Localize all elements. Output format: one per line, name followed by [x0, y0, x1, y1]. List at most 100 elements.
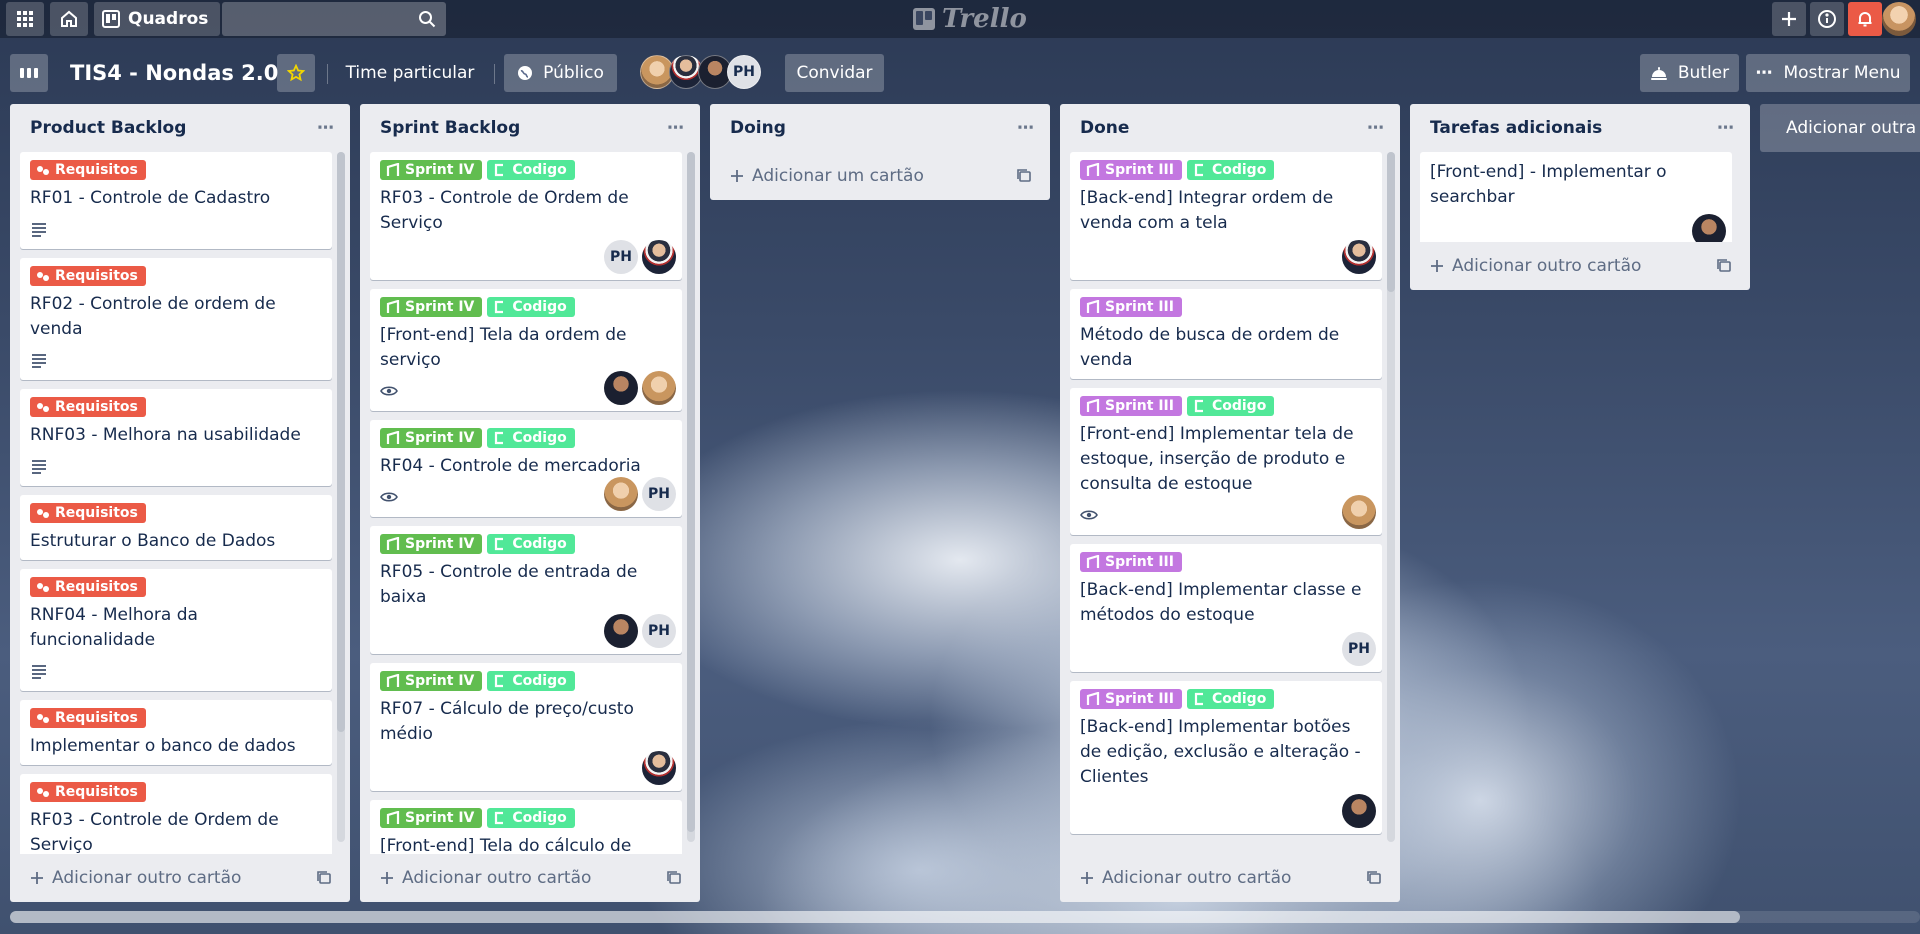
card[interactable]: Requisitos RNF03 - Melhora na usabilidade: [20, 389, 332, 486]
label-sprint-iv[interactable]: Sprint IV: [380, 160, 483, 180]
invite-button[interactable]: Convidar: [785, 54, 884, 92]
label-codigo[interactable]: Codigo: [487, 671, 575, 691]
visibility-button[interactable]: Público: [504, 54, 617, 92]
apps-grid-icon[interactable]: [6, 2, 44, 36]
butler-button[interactable]: Butler: [1640, 54, 1739, 92]
list-title[interactable]: Done: [1080, 118, 1129, 138]
card-template-icon[interactable]: [1716, 258, 1732, 279]
member-avatar[interactable]: [642, 371, 676, 405]
scrollbar-thumb[interactable]: [337, 152, 345, 732]
label-sprint-iii[interactable]: Sprint III: [1080, 689, 1182, 709]
label-codigo[interactable]: Codigo: [1186, 396, 1275, 416]
label-requisitos[interactable]: Requisitos: [30, 782, 146, 802]
card[interactable]: Sprint IV Codigo RF05 - Controle de entrad…: [370, 526, 682, 654]
member-avatar[interactable]: [604, 371, 638, 405]
member-avatar[interactable]: [1342, 240, 1376, 274]
label-requisitos[interactable]: Requisitos: [30, 397, 146, 417]
label-requisitos[interactable]: Requisitos: [30, 503, 146, 523]
label-sprint-iv[interactable]: Sprint IV: [380, 428, 483, 448]
label-sprint-iii[interactable]: Sprint III: [1080, 160, 1182, 180]
card[interactable]: Requisitos Implementar o banco de dados: [20, 700, 332, 765]
label-requisitos[interactable]: Requisitos: [30, 266, 146, 286]
card[interactable]: Requisitos RNF04 - Melhora da funcionalid…: [20, 569, 332, 691]
list-scrollbar[interactable]: [1387, 152, 1395, 842]
member-avatar[interactable]: [642, 751, 676, 785]
label-requisitos[interactable]: Requisitos: [30, 708, 146, 728]
list-menu-dots-icon[interactable]: ⋯: [1364, 116, 1388, 140]
list-scrollbar[interactable]: [687, 152, 695, 842]
scrollbar-thumb[interactable]: [10, 911, 1740, 923]
list-title[interactable]: Doing: [730, 118, 786, 138]
card[interactable]: Sprint III Codigo [Back-end] Integrar orde…: [1070, 152, 1382, 280]
board-view-switcher-icon[interactable]: [10, 54, 48, 92]
card[interactable]: Sprint III [Back-end] Implementar classe …: [1070, 544, 1382, 672]
add-card-button[interactable]: Adicionar outro cartão: [1420, 248, 1740, 284]
label-codigo[interactable]: Codigo: [487, 160, 575, 180]
search-icon[interactable]: [418, 10, 436, 28]
card[interactable]: Requisitos RF03 - Controle de Ordem de Se…: [20, 774, 332, 854]
label-codigo[interactable]: Codigo: [487, 808, 575, 828]
label-sprint-iii[interactable]: Sprint III: [1080, 552, 1182, 572]
card-template-icon[interactable]: [1016, 168, 1032, 189]
label-sprint-iii[interactable]: Sprint III: [1080, 297, 1182, 317]
add-list-button[interactable]: Adicionar outra lista: [1760, 104, 1920, 152]
notifications-bell-icon[interactable]: [1848, 2, 1882, 36]
member-avatar-initials[interactable]: PH: [642, 614, 676, 648]
star-icon[interactable]: [277, 54, 315, 92]
info-icon[interactable]: [1810, 2, 1844, 36]
card[interactable]: Sprint IV Codigo RF03 - Controle de Ordem …: [370, 152, 682, 280]
trello-logo[interactable]: Trello: [912, 2, 1027, 36]
label-codigo[interactable]: Codigo: [487, 428, 575, 448]
add-card-button[interactable]: Adicionar outro cartão: [20, 860, 340, 896]
home-icon[interactable]: [50, 2, 88, 36]
card[interactable]: Sprint III Codigo [Back-end] Implementar b…: [1070, 681, 1382, 834]
label-sprint-iv[interactable]: Sprint IV: [380, 534, 483, 554]
member-avatar-initials[interactable]: PH: [727, 55, 761, 89]
board-horizontal-scrollbar[interactable]: [10, 911, 1920, 923]
add-card-button[interactable]: Adicionar outro cartão: [1070, 860, 1390, 896]
card-template-icon[interactable]: [666, 870, 682, 891]
board-title[interactable]: TIS4 - Nondas 2.0: [70, 56, 278, 90]
label-sprint-iii[interactable]: Sprint III: [1080, 396, 1182, 416]
member-avatar[interactable]: [604, 614, 638, 648]
member-avatar[interactable]: [1342, 794, 1376, 828]
add-card-button[interactable]: Adicionar outro cartão: [370, 860, 690, 896]
search-input[interactable]: [222, 2, 446, 36]
card-template-icon[interactable]: [1366, 870, 1382, 891]
member-avatar-initials[interactable]: PH: [642, 477, 676, 511]
list-scrollbar[interactable]: [337, 152, 345, 842]
show-menu-button[interactable]: ⋯ Mostrar Menu: [1746, 54, 1910, 92]
card[interactable]: Sprint IV Codigo RF07 - Cálculo de preço/c…: [370, 663, 682, 791]
card[interactable]: Sprint IV Codigo [Front-end] Tela do cálcu…: [370, 800, 682, 854]
label-requisitos[interactable]: Requisitos: [30, 160, 146, 180]
card[interactable]: [Front-end] - Implementar o searchbar: [1420, 152, 1732, 242]
list-menu-dots-icon[interactable]: ⋯: [1714, 116, 1738, 140]
card[interactable]: Sprint III Método de busca de ordem de ve…: [1070, 289, 1382, 379]
list-menu-dots-icon[interactable]: ⋯: [1014, 116, 1038, 140]
label-codigo[interactable]: Codigo: [487, 534, 575, 554]
card-template-icon[interactable]: [316, 870, 332, 891]
label-sprint-iv[interactable]: Sprint IV: [380, 808, 483, 828]
search-box[interactable]: [222, 2, 446, 36]
team-button[interactable]: Time particular: [338, 54, 482, 92]
card[interactable]: Requisitos RF01 - Controle de Cadastro: [20, 152, 332, 249]
label-codigo[interactable]: Codigo: [1186, 689, 1275, 709]
member-avatar[interactable]: [1692, 214, 1726, 242]
list-title[interactable]: Product Backlog: [30, 118, 186, 138]
create-plus-icon[interactable]: [1772, 2, 1806, 36]
card[interactable]: Sprint IV Codigo RF04 - Controle de mercad…: [370, 420, 682, 517]
label-sprint-iv[interactable]: Sprint IV: [380, 297, 483, 317]
member-avatar[interactable]: [642, 240, 676, 274]
label-codigo[interactable]: Codigo: [1186, 160, 1275, 180]
add-card-button[interactable]: Adicionar um cartão: [720, 158, 1040, 194]
card[interactable]: Sprint IV Codigo [Front-end] Tela da ordem…: [370, 289, 682, 411]
scrollbar-thumb[interactable]: [687, 152, 695, 832]
card[interactable]: Sprint III Codigo [Front-end] Implementar …: [1070, 388, 1382, 535]
label-codigo[interactable]: Codigo: [487, 297, 575, 317]
member-avatar[interactable]: [1342, 495, 1376, 529]
list-title[interactable]: Sprint Backlog: [380, 118, 520, 138]
card[interactable]: Requisitos RF02 - Controle de ordem de ve…: [20, 258, 332, 380]
member-avatar-initials[interactable]: PH: [1342, 632, 1376, 666]
member-avatar[interactable]: [604, 477, 638, 511]
label-sprint-iv[interactable]: Sprint IV: [380, 671, 483, 691]
